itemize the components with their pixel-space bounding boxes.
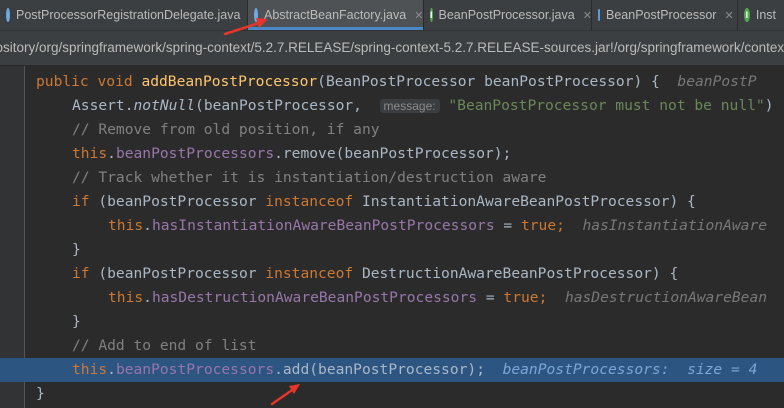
- tab-beanpostprocessor-structure[interactable]: BeanPostProcessor ✕: [592, 0, 738, 30]
- interface-icon: I: [430, 8, 433, 22]
- code-line-7: this.hasInstantiationAwareBeanPostProces…: [108, 217, 768, 234]
- structure-icon: [598, 9, 600, 21]
- tab-beanpostprocessor-java[interactable]: I BeanPostProcessor.java ✕: [424, 0, 592, 30]
- tab-label: BeanPostProcessor: [606, 8, 717, 22]
- code-line-1: public void addBeanPostProcessor(BeanPos…: [36, 73, 757, 90]
- close-icon[interactable]: ✕: [583, 9, 592, 22]
- tab-label: AbstractBeanFactory.java: [264, 8, 407, 22]
- tab-label: PostProcessorRegistrationDelegate.java: [16, 8, 241, 22]
- tab-abstractbeanfactory[interactable]: AbstractBeanFactory.java ✕: [248, 0, 424, 30]
- code-line-3: // Remove from old position, if any: [72, 121, 380, 138]
- code-line-14: }: [36, 385, 45, 402]
- java-class-icon: [254, 8, 258, 22]
- code-line-13: this.beanPostProcessors.add(beanPostProc…: [72, 361, 758, 378]
- code-line-9: if (beanPostProcessor instanceof Destruc…: [72, 265, 679, 282]
- tab-postprocessorregistrationdelegate[interactable]: PostProcessorRegistrationDelegate.java ✕: [0, 0, 258, 30]
- code-line-6: if (beanPostProcessor instanceof Instant…: [72, 193, 696, 210]
- code-line-11: }: [72, 313, 81, 330]
- code-line-4: this.beanPostProcessors.remove(beanPostP…: [72, 145, 512, 162]
- editor-tab-bar: PostProcessorRegistrationDelegate.java ✕…: [0, 0, 784, 31]
- editor-gutter: [0, 66, 25, 408]
- code-line-10: this.hasDestructionAwareBeanPostProcesso…: [108, 289, 768, 306]
- code-line-12: // Add to end of list: [72, 337, 257, 354]
- tab-inst[interactable]: I Inst: [738, 0, 784, 30]
- close-icon[interactable]: ✕: [724, 9, 733, 22]
- file-path-banner: pository/org/springframework/spring-cont…: [0, 31, 784, 66]
- java-class-icon: [6, 8, 10, 22]
- close-icon[interactable]: ✕: [414, 9, 423, 22]
- parameter-hint-chip: message:: [379, 99, 440, 113]
- code-line-8: }: [72, 241, 81, 258]
- tab-label: Inst: [755, 8, 776, 22]
- file-path: pository/org/springframework/spring-cont…: [0, 40, 784, 55]
- code-line-2: Assert.notNull(beanPostProcessor, messag…: [72, 97, 774, 114]
- code-editor[interactable]: public void addBeanPostProcessor(BeanPos…: [0, 66, 784, 408]
- code-line-5: // Track whether it is instantiation/des…: [72, 169, 547, 186]
- tab-label: BeanPostProcessor.java: [438, 8, 575, 22]
- interface-icon: I: [744, 8, 750, 22]
